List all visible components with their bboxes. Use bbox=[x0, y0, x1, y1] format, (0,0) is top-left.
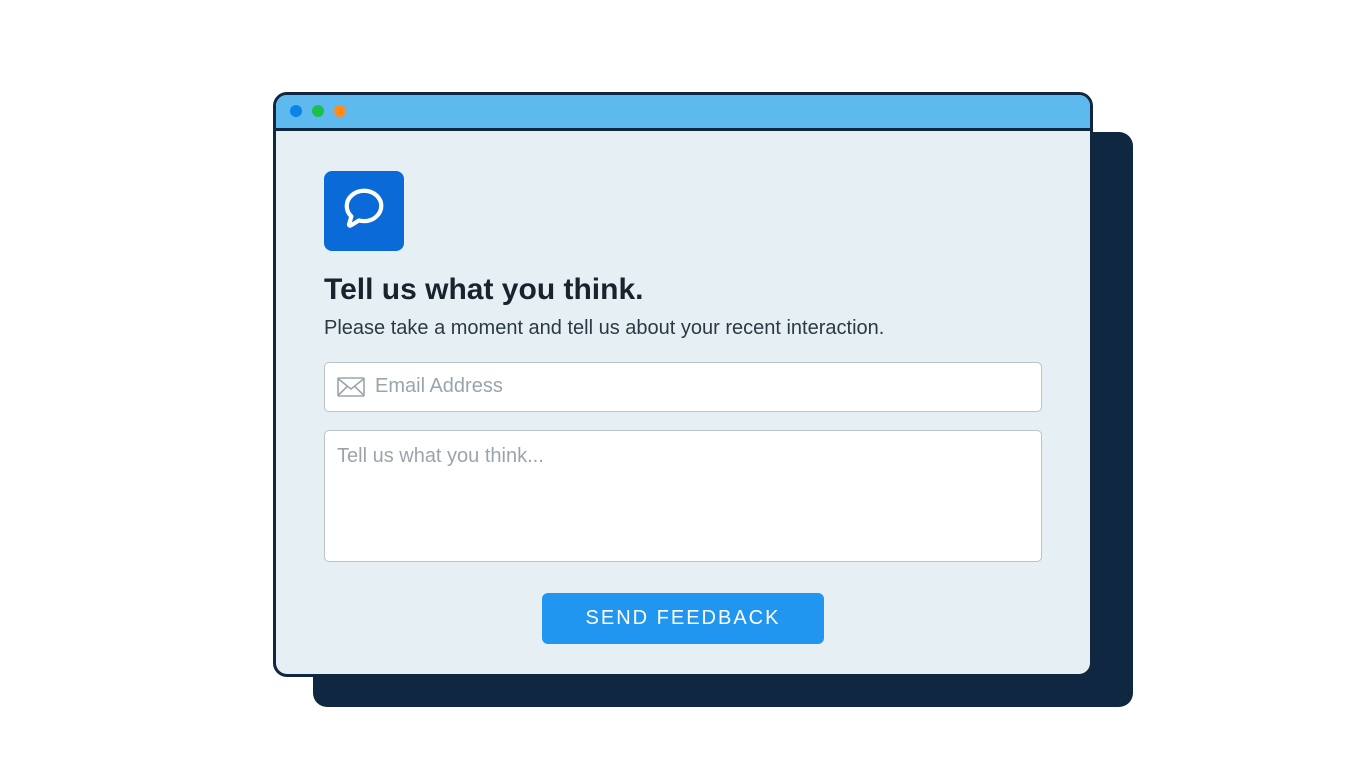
window-titlebar bbox=[276, 95, 1090, 131]
envelope-icon bbox=[337, 377, 365, 397]
feedback-window: Tell us what you think. Please take a mo… bbox=[273, 92, 1093, 677]
traffic-light-minimize[interactable] bbox=[312, 105, 324, 117]
traffic-light-zoom[interactable] bbox=[334, 105, 346, 117]
email-input[interactable] bbox=[375, 375, 1029, 398]
submit-row: SEND FEEDBACK bbox=[324, 593, 1042, 644]
speech-bubble-icon bbox=[341, 185, 387, 236]
send-feedback-button[interactable]: SEND FEEDBACK bbox=[542, 593, 825, 644]
email-field-wrapper bbox=[324, 362, 1042, 412]
traffic-light-close[interactable] bbox=[290, 105, 302, 117]
feedback-textarea[interactable] bbox=[324, 430, 1042, 562]
window-frame: Tell us what you think. Please take a mo… bbox=[273, 92, 1093, 677]
feedback-form: Tell us what you think. Please take a mo… bbox=[276, 131, 1090, 664]
form-heading: Tell us what you think. bbox=[324, 273, 1042, 307]
app-logo bbox=[324, 171, 404, 251]
form-subheading: Please take a moment and tell us about y… bbox=[324, 317, 1042, 340]
